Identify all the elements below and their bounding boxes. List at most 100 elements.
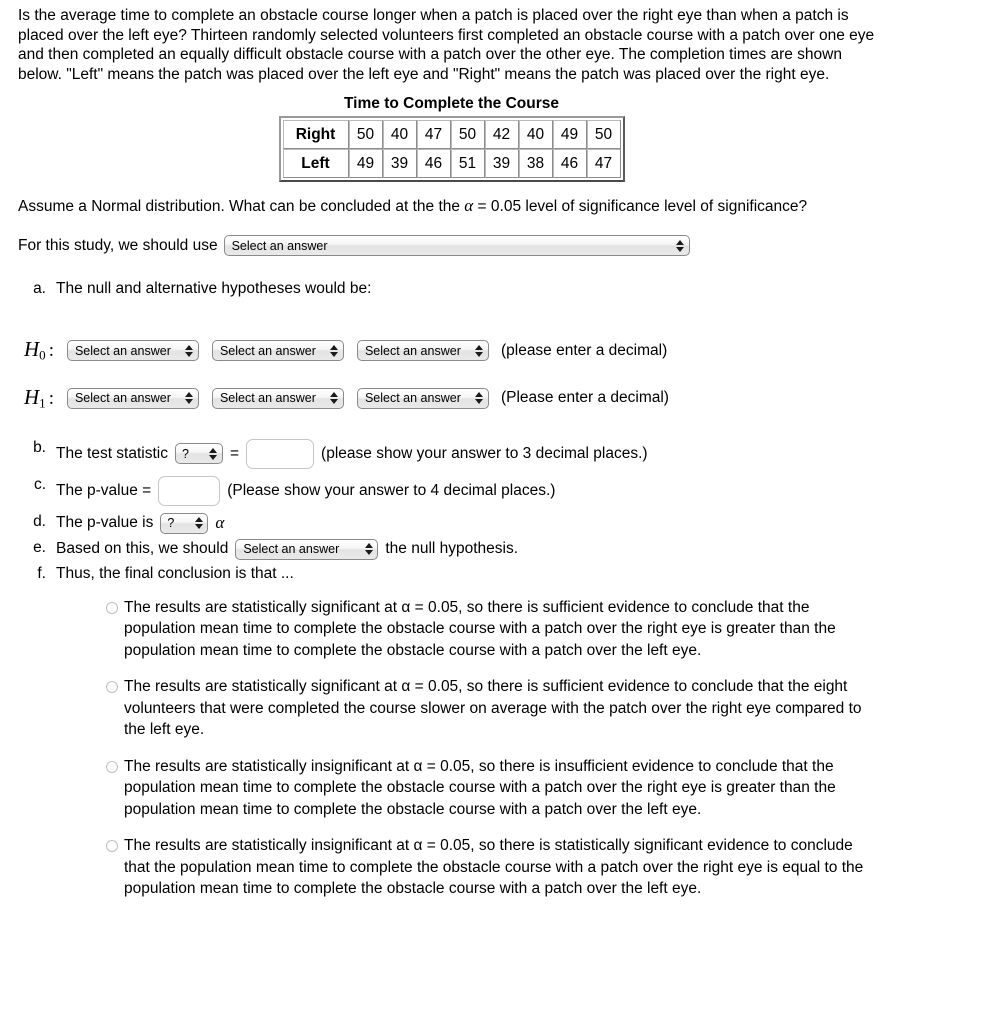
chevron-updown-icon xyxy=(194,517,203,530)
table-cell: 38 xyxy=(518,149,553,179)
table-row: Left 49 39 46 51 39 38 46 47 xyxy=(282,149,621,179)
p-value-input[interactable] xyxy=(158,475,221,506)
part-a-row: a. The null and alternative hypotheses w… xyxy=(18,280,975,298)
conclusion-option-2[interactable]: The results are statistically significan… xyxy=(106,676,881,741)
study-method-select-value: Select an answer xyxy=(231,238,328,253)
part-a-marker: a. xyxy=(33,280,46,298)
conclusion-option-2-label: The results are statistically significan… xyxy=(124,678,862,739)
part-e-marker: e. xyxy=(33,538,46,556)
alpha-symbol: α xyxy=(215,513,225,533)
h0-select-3-value: Select an answer xyxy=(364,343,461,358)
radio-button-icon[interactable] xyxy=(106,760,118,773)
assumption-text-before: Assume a Normal distribution. What can b… xyxy=(18,198,465,216)
part-c-body: The p-value = (Please show your answer t… xyxy=(56,475,975,506)
h0-select-2-value: Select an answer xyxy=(219,343,316,358)
h0-select-3[interactable]: Select an answer xyxy=(356,340,489,362)
decision-select[interactable]: Select an answer xyxy=(235,538,379,560)
h1-select-1-value: Select an answer xyxy=(74,391,171,406)
part-c-marker: c. xyxy=(33,475,46,493)
p-value-comparison-value: ? xyxy=(167,516,175,531)
table-cell: 49 xyxy=(552,120,587,150)
table-cell: 49 xyxy=(348,149,383,179)
part-d-marker: d. xyxy=(33,512,46,530)
table-cell: 50 xyxy=(450,120,485,150)
part-e-row: e. Based on this, we should Select an an… xyxy=(18,538,975,560)
h0-select-2[interactable]: Select an answer xyxy=(211,340,344,362)
table-cell: 51 xyxy=(450,149,485,179)
study-method-select[interactable]: Select an answer xyxy=(223,235,690,257)
part-e-suffix: the null hypothesis. xyxy=(385,540,519,558)
chevron-updown-icon xyxy=(364,543,373,556)
assumption-text-after: = 0.05 level of significance level of si… xyxy=(473,198,808,216)
part-d-body: The p-value is ? α xyxy=(56,512,975,534)
assumption-text: Assume a Normal distribution. What can b… xyxy=(18,196,898,217)
conclusion-option-1[interactable]: The results are statistically significan… xyxy=(106,597,881,662)
chevron-updown-icon xyxy=(330,344,339,357)
table-cell: 40 xyxy=(518,120,553,150)
h0-label: H0: xyxy=(24,337,54,364)
part-b-marker: b. xyxy=(33,438,46,456)
part-b-row: b. The test statistic ? = (please show y… xyxy=(18,438,975,469)
alpha-symbol: α xyxy=(464,196,474,216)
test-statistic-type-select[interactable]: ? xyxy=(174,443,223,465)
p-value-comparison-select[interactable]: ? xyxy=(160,512,209,534)
h1-hint: (Please enter a decimal) xyxy=(500,389,669,407)
conclusion-options: The results are statistically significan… xyxy=(18,597,975,900)
table-cell: 50 xyxy=(586,120,621,150)
conclusion-option-4[interactable]: The results are statistically insignific… xyxy=(106,835,881,900)
part-d-row: d. The p-value is ? α xyxy=(18,512,975,534)
question-page: Is the average time to complete an obsta… xyxy=(0,0,993,900)
part-b-hint: (please show your answer to 3 decimal pl… xyxy=(321,444,648,462)
table-cell: 39 xyxy=(382,149,417,179)
part-f-text: Thus, the final conclusion is that ... xyxy=(56,564,294,582)
h1-select-3[interactable]: Select an answer xyxy=(356,387,489,409)
part-c-hint: (Please show your answer to 4 decimal pl… xyxy=(227,481,556,499)
table-cell: 47 xyxy=(416,120,451,150)
part-c-label: The p-value = xyxy=(56,481,152,499)
radio-button-icon[interactable] xyxy=(106,681,118,694)
table-cell: 50 xyxy=(348,120,383,150)
part-c-row: c. The p-value = (Please show your answe… xyxy=(18,475,975,506)
table-row: Right 50 40 47 50 42 40 49 50 xyxy=(282,120,621,150)
conclusion-option-3[interactable]: The results are statistically insignific… xyxy=(106,756,881,821)
table-cell: 42 xyxy=(484,120,519,150)
question-prompt: Is the average time to complete an obsta… xyxy=(18,7,875,83)
h1-select-2-value: Select an answer xyxy=(219,391,316,406)
equals-sign: = xyxy=(229,444,240,462)
completion-times-table: Right 50 40 47 50 42 40 49 50 Left 49 39 xyxy=(278,116,625,183)
row-header-right: Right xyxy=(282,120,349,150)
alternative-hypothesis-row: H1: Select an answer Select an answer Se… xyxy=(24,385,975,412)
h1-label: H1: xyxy=(24,385,54,411)
test-statistic-input[interactable] xyxy=(246,438,315,469)
part-e-label: Based on this, we should xyxy=(56,540,229,558)
h0-select-1-value: Select an answer xyxy=(74,343,171,358)
chevron-updown-icon xyxy=(475,392,484,405)
data-table-title: Time to Complete the Course xyxy=(343,95,560,113)
table-cell: 39 xyxy=(484,149,519,179)
conclusion-option-1-label: The results are statistically significan… xyxy=(124,598,836,659)
h1-select-1[interactable]: Select an answer xyxy=(66,387,199,409)
table-cell: 46 xyxy=(552,149,587,179)
chevron-updown-icon xyxy=(475,344,484,357)
null-hypothesis-row: H0: Select an answer Select an answer Se… xyxy=(24,337,975,364)
table-cell: 40 xyxy=(382,120,417,150)
part-b-label: The test statistic xyxy=(56,444,168,462)
part-f-row: f. Thus, the final conclusion is that ..… xyxy=(18,565,975,583)
chevron-updown-icon xyxy=(185,344,194,357)
conclusion-option-3-label: The results are statistically insignific… xyxy=(124,757,836,818)
row-header-left: Left xyxy=(282,149,349,179)
h0-select-1[interactable]: Select an answer xyxy=(66,340,199,362)
study-method-label: For this study, we should use xyxy=(18,236,218,254)
test-statistic-type-value: ? xyxy=(181,446,189,461)
data-table-container: Time to Complete the Course Right 50 40 … xyxy=(18,95,975,183)
radio-button-icon[interactable] xyxy=(106,840,118,853)
radio-button-icon[interactable] xyxy=(106,601,118,614)
chevron-updown-icon xyxy=(676,239,685,252)
part-e-body: Based on this, we should Select an answe… xyxy=(56,538,975,560)
chevron-updown-icon xyxy=(185,392,194,405)
part-d-label: The p-value is xyxy=(56,514,154,532)
part-b-body: The test statistic ? = (please show your… xyxy=(56,438,975,469)
h1-select-2[interactable]: Select an answer xyxy=(211,387,344,409)
table-cell: 46 xyxy=(416,149,451,179)
part-a-text: The null and alternative hypotheses woul… xyxy=(56,280,372,298)
